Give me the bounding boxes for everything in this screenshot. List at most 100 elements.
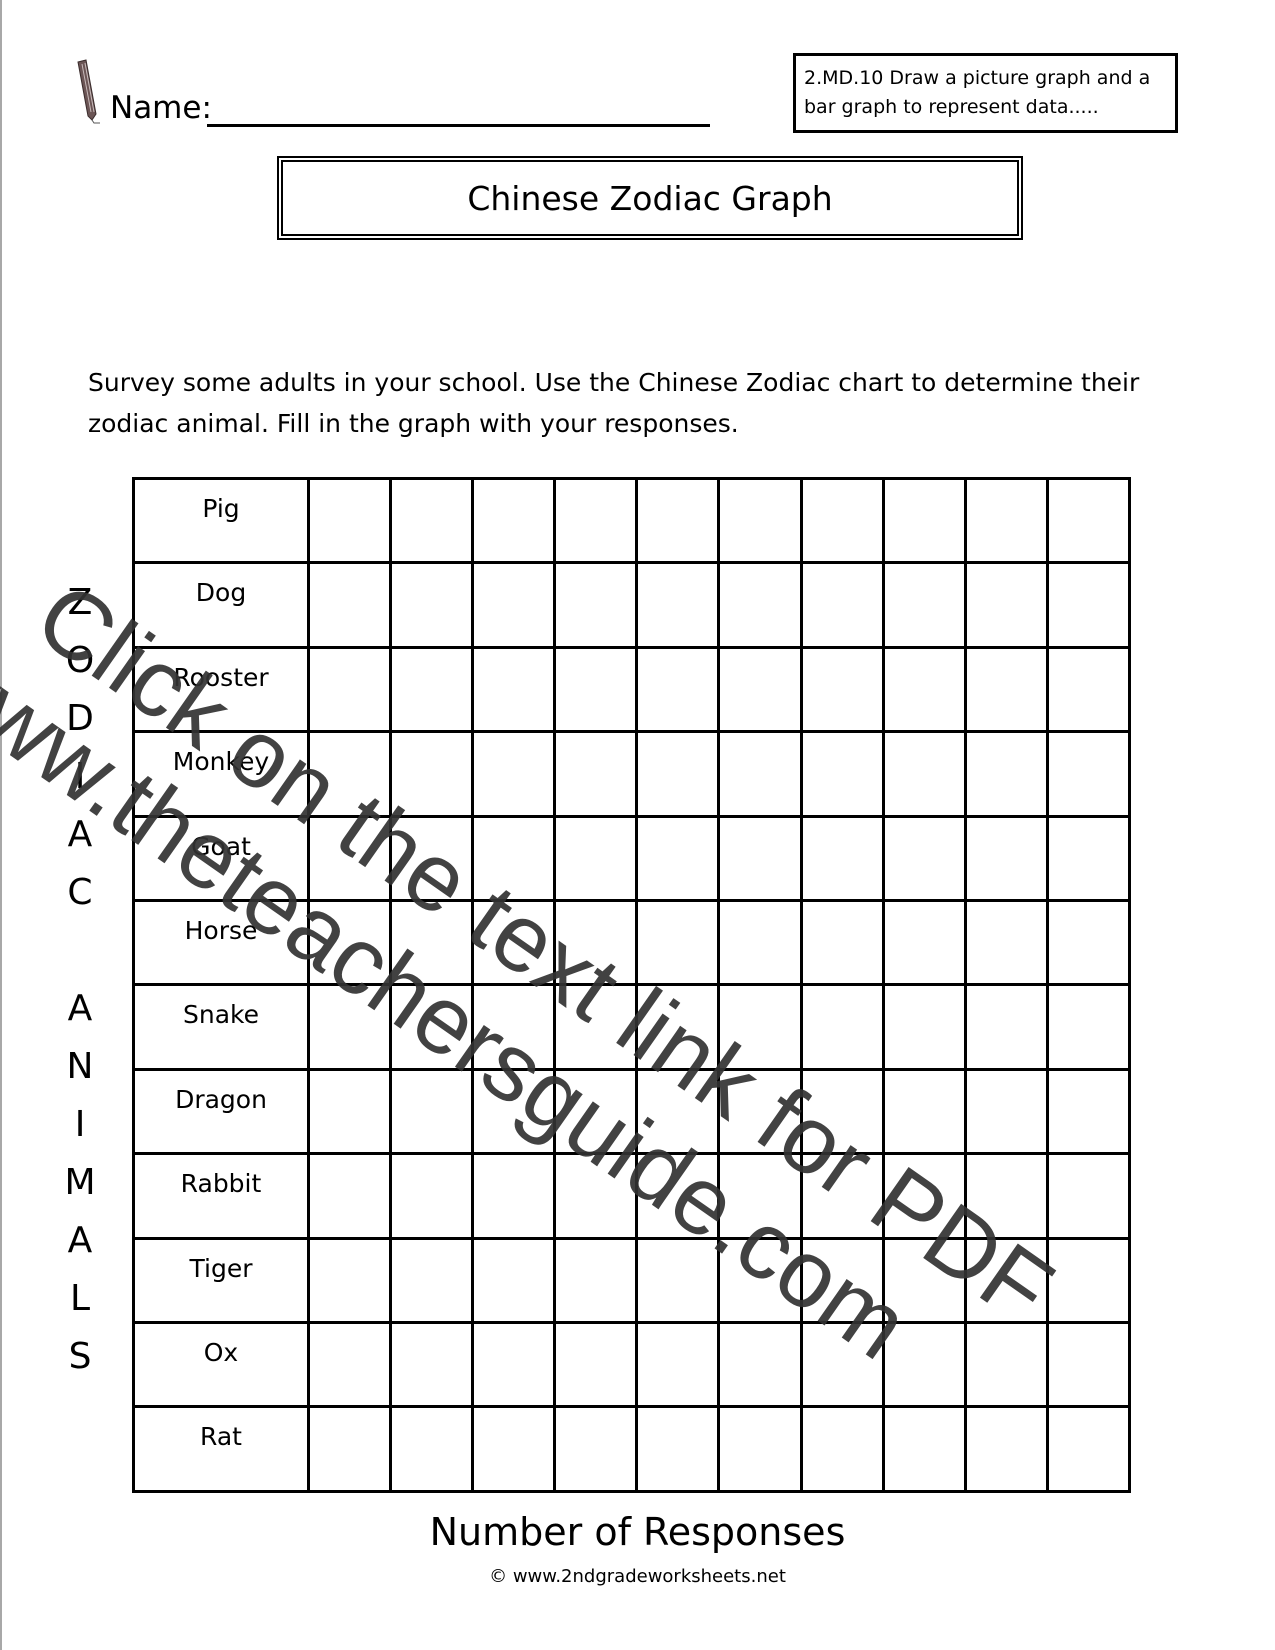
response-cell[interactable] [1045,476,1132,565]
response-cell[interactable] [1045,561,1132,649]
response-cell[interactable] [963,561,1049,649]
response-cell[interactable] [963,1405,1049,1493]
response-cell[interactable] [635,1320,721,1409]
response-cell[interactable] [881,1152,967,1240]
response-cell[interactable] [471,561,557,649]
name-field[interactable] [207,124,710,127]
response-cell[interactable] [635,814,721,902]
response-cell[interactable] [881,983,967,1071]
response-cell[interactable] [635,1405,721,1493]
response-cell[interactable] [389,1236,475,1324]
response-cell[interactable] [717,476,803,565]
response-cell[interactable] [635,898,721,987]
response-cell[interactable] [553,645,639,734]
response-cell[interactable] [1045,1152,1132,1240]
response-cell[interactable] [799,1405,885,1493]
response-cell[interactable] [963,1236,1049,1324]
response-cell[interactable] [799,898,885,987]
response-cell[interactable] [471,1152,557,1240]
response-cell[interactable] [881,476,967,565]
response-cell[interactable] [963,645,1049,734]
response-cell[interactable] [635,983,721,1071]
response-cell[interactable] [1045,898,1132,987]
response-cell[interactable] [553,898,639,987]
response-cell[interactable] [635,1067,721,1156]
response-cell[interactable] [963,814,1049,902]
response-cell[interactable] [1045,983,1132,1071]
response-cell[interactable] [306,814,393,902]
response-cell[interactable] [389,645,475,734]
response-cell[interactable] [553,476,639,565]
response-cell[interactable] [717,1320,803,1409]
response-cell[interactable] [389,1405,475,1493]
response-cell[interactable] [306,1152,393,1240]
response-cell[interactable] [306,476,393,565]
response-cell[interactable] [553,1405,639,1493]
response-cell[interactable] [306,645,393,734]
response-cell[interactable] [306,898,393,987]
response-cell[interactable] [881,1405,967,1493]
response-cell[interactable] [717,898,803,987]
response-cell[interactable] [717,1152,803,1240]
response-cell[interactable] [963,983,1049,1071]
response-cell[interactable] [799,730,885,818]
response-cell[interactable] [799,645,885,734]
response-cell[interactable] [389,1067,475,1156]
response-cell[interactable] [881,645,967,734]
response-cell[interactable] [799,1067,885,1156]
response-cell[interactable] [963,476,1049,565]
response-cell[interactable] [471,898,557,987]
response-cell[interactable] [635,730,721,818]
response-cell[interactable] [389,814,475,902]
response-cell[interactable] [881,561,967,649]
response-cell[interactable] [1045,1067,1132,1156]
response-cell[interactable] [389,1320,475,1409]
response-cell[interactable] [471,476,557,565]
response-cell[interactable] [717,983,803,1071]
response-cell[interactable] [389,730,475,818]
response-cell[interactable] [717,1236,803,1324]
response-cell[interactable] [553,1320,639,1409]
response-cell[interactable] [881,1320,967,1409]
response-cell[interactable] [389,898,475,987]
response-cell[interactable] [881,1067,967,1156]
response-cell[interactable] [881,1236,967,1324]
response-cell[interactable] [471,1067,557,1156]
response-cell[interactable] [553,1067,639,1156]
response-cell[interactable] [553,983,639,1071]
response-cell[interactable] [717,1067,803,1156]
response-cell[interactable] [963,1320,1049,1409]
response-cell[interactable] [389,1152,475,1240]
response-cell[interactable] [881,814,967,902]
response-cell[interactable] [1045,1236,1132,1324]
response-cell[interactable] [717,814,803,902]
response-cell[interactable] [553,1236,639,1324]
response-cell[interactable] [389,983,475,1071]
response-cell[interactable] [635,1236,721,1324]
response-cell[interactable] [471,730,557,818]
response-cell[interactable] [635,476,721,565]
response-cell[interactable] [717,561,803,649]
response-cell[interactable] [306,1320,393,1409]
response-cell[interactable] [306,983,393,1071]
response-cell[interactable] [389,561,475,649]
response-cell[interactable] [717,1405,803,1493]
response-cell[interactable] [1045,1320,1132,1409]
response-cell[interactable] [799,561,885,649]
response-cell[interactable] [717,730,803,818]
response-cell[interactable] [553,1152,639,1240]
response-cell[interactable] [799,1320,885,1409]
response-cell[interactable] [471,645,557,734]
response-cell[interactable] [553,561,639,649]
response-cell[interactable] [881,898,967,987]
response-cell[interactable] [1045,1405,1132,1493]
response-cell[interactable] [635,1152,721,1240]
response-cell[interactable] [963,1152,1049,1240]
response-cell[interactable] [306,1405,393,1493]
response-cell[interactable] [963,898,1049,987]
response-cell[interactable] [553,814,639,902]
response-cell[interactable] [1045,814,1132,902]
response-cell[interactable] [471,1405,557,1493]
response-cell[interactable] [306,1236,393,1324]
response-cell[interactable] [306,561,393,649]
